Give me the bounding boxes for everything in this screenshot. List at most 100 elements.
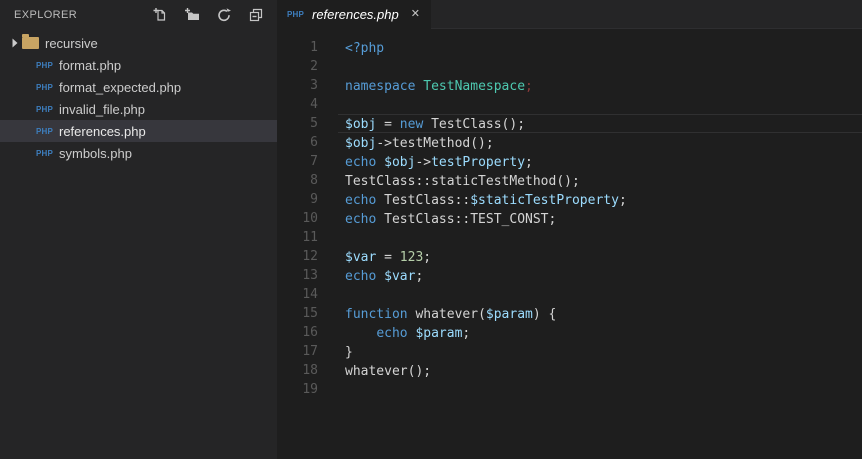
tree-file-format-php[interactable]: PHP format.php	[0, 54, 277, 76]
line-number[interactable]: 7	[277, 152, 318, 171]
code-line-content[interactable]	[338, 285, 862, 304]
code-token: ->testMethod();	[376, 136, 494, 151]
code-token: ) {	[532, 307, 557, 322]
code-token: namespace	[345, 79, 416, 94]
code-line-6: 6 $obj->testMethod();	[277, 133, 862, 152]
php-file-icon: PHP	[36, 60, 54, 70]
line-number[interactable]: 4	[277, 95, 318, 114]
explorer-sidebar: EXPLORER recursive PHP format.php PHP fo…	[0, 0, 277, 459]
code-token: TestClass::TEST_CONST;	[376, 212, 557, 227]
line-number[interactable]: 6	[277, 133, 318, 152]
refresh-button[interactable]	[215, 6, 233, 24]
line-number[interactable]: 18	[277, 361, 318, 380]
line-number[interactable]: 19	[277, 380, 318, 399]
code-line-content[interactable]: $obj = new TestClass();	[338, 114, 862, 133]
folder-icon	[22, 34, 39, 49]
code-line-7: 7 echo $obj->testProperty;	[277, 152, 862, 171]
code-token: ->	[415, 155, 432, 170]
vscode-window: EXPLORER recursive PHP format.php PHP fo…	[0, 0, 862, 459]
code-line-content[interactable]: $obj->testMethod();	[338, 133, 862, 152]
code-token: ;	[525, 155, 533, 170]
new-folder-button[interactable]	[183, 6, 201, 24]
tree-file-format_expected-php[interactable]: PHP format_expected.php	[0, 76, 277, 98]
line-number[interactable]: 10	[277, 209, 318, 228]
code-line-19: 19	[277, 380, 862, 399]
line-number[interactable]: 3	[277, 76, 318, 95]
file-list: PHP format.php PHP format_expected.php PHP in…	[0, 54, 277, 164]
code-token: whatever(	[407, 307, 486, 322]
line-number[interactable]: 5	[277, 114, 318, 133]
file-label: format_expected.php	[59, 79, 182, 95]
code-line-content[interactable]: echo $param;	[338, 323, 862, 342]
code-line-17: 17}	[277, 342, 862, 361]
tree-file-references-php[interactable]: PHP references.php	[0, 120, 277, 142]
code-line-content[interactable]: whatever();	[338, 361, 862, 380]
line-number[interactable]: 1	[277, 38, 318, 57]
file-label: format.php	[59, 57, 122, 73]
code-token: whatever();	[345, 364, 432, 379]
code-token: echo	[345, 193, 377, 208]
line-number[interactable]: 8	[277, 171, 318, 190]
code-line-content[interactable]: echo TestClass::$staticTestProperty;	[338, 190, 862, 209]
tree-file-symbols-php[interactable]: PHP symbols.php	[0, 142, 277, 164]
line-number[interactable]: 9	[277, 190, 318, 209]
code-line-15: 15 function whatever($param) {	[277, 304, 862, 323]
code-line-content[interactable]: function whatever($param) {	[338, 304, 862, 323]
code-line-content[interactable]	[338, 228, 862, 247]
code-line-5: 5 $obj = new TestClass();	[277, 114, 862, 133]
new-file-button[interactable]	[151, 6, 169, 24]
code-line-content[interactable]	[338, 57, 862, 76]
code-line-content[interactable]: <?php	[338, 38, 862, 57]
line-number[interactable]: 11	[277, 228, 318, 247]
code-token: echo	[376, 326, 408, 341]
tree-folder-recursive[interactable]: recursive	[0, 32, 277, 54]
code-token: $staticTestProperty	[470, 193, 619, 208]
code-token: ;	[415, 269, 424, 284]
tab-references-php[interactable]: PHP references.php ✕	[277, 0, 431, 29]
tree-file-invalid_file-php[interactable]: PHP invalid_file.php	[0, 98, 277, 120]
code-line-12: 12 $var = 123;	[277, 247, 862, 266]
line-number[interactable]: 2	[277, 57, 318, 76]
code-line-content[interactable]	[338, 95, 862, 114]
line-number[interactable]: 15	[277, 304, 318, 323]
php-file-icon: PHP	[36, 104, 54, 114]
line-number[interactable]: 13	[277, 266, 318, 285]
code-line-16: 16 echo $param;	[277, 323, 862, 342]
collapse-all-button[interactable]	[247, 6, 265, 24]
file-label: invalid_file.php	[59, 101, 146, 117]
code-line-content[interactable]: echo $var;	[338, 266, 862, 285]
line-number[interactable]: 17	[277, 342, 318, 361]
line-number[interactable]: 14	[277, 285, 318, 304]
line-number[interactable]: 16	[277, 323, 318, 342]
code-token: $var	[345, 250, 377, 265]
code-line-content[interactable]: }	[338, 342, 862, 361]
code-token: $param	[485, 307, 533, 322]
code-line-2: 2	[277, 57, 862, 76]
folder-label: recursive	[45, 35, 98, 51]
tab-bar: PHP references.php ✕	[277, 0, 862, 29]
code-line-content[interactable]: $var = 123;	[338, 247, 862, 266]
code-token: =	[376, 117, 400, 132]
code-line-content[interactable]: echo TestClass::TEST_CONST;	[338, 209, 862, 228]
code-token: $var	[384, 269, 416, 284]
tab-close-button[interactable]: ✕	[409, 7, 422, 22]
code-line-content[interactable]: echo $obj->testProperty;	[338, 152, 862, 171]
file-label: symbols.php	[59, 145, 132, 161]
new-folder-icon	[184, 7, 200, 23]
code-line-11: 11	[277, 228, 862, 247]
code-line-13: 13 echo $var;	[277, 266, 862, 285]
code-line-content[interactable]	[338, 380, 862, 399]
code-line-content[interactable]: namespace TestNamespace;	[338, 76, 862, 95]
php-file-icon: PHP	[287, 10, 305, 19]
code-line-3: 3 namespace TestNamespace;	[277, 76, 862, 95]
code-line-4: 4	[277, 95, 862, 114]
code-line-9: 9 echo TestClass::$staticTestProperty;	[277, 190, 862, 209]
explorer-header: EXPLORER	[0, 0, 277, 30]
code-token: TestClass::staticTestMethod();	[345, 174, 580, 189]
line-number[interactable]: 12	[277, 247, 318, 266]
code-line-content[interactable]: TestClass::staticTestMethod();	[338, 171, 862, 190]
code-editor[interactable]: 1 <?php 2 3 namespace TestNamespace; 4 5 $obj =…	[277, 29, 862, 459]
code-token: <?php	[345, 41, 385, 56]
code-token: testProperty	[431, 155, 526, 170]
